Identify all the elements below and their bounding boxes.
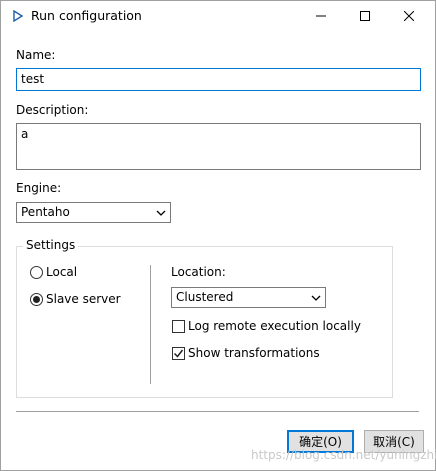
settings-group-label: Settings xyxy=(23,238,79,252)
close-icon xyxy=(404,11,414,21)
show-transformations-label[interactable]: Show transformations xyxy=(188,346,320,360)
checkmark-icon xyxy=(173,349,184,358)
location-value: Clustered xyxy=(176,290,234,304)
maximize-icon xyxy=(360,11,370,21)
description-label: Description: xyxy=(16,103,89,117)
chevron-down-icon xyxy=(311,295,321,301)
minimize-icon xyxy=(316,15,326,17)
engine-select[interactable]: Pentaho xyxy=(16,202,171,223)
description-field[interactable]: a xyxy=(16,123,421,170)
run-configuration-dialog: Run configuration Name: test Description… xyxy=(0,0,436,471)
log-remote-checkbox[interactable] xyxy=(172,320,185,333)
maximize-button[interactable] xyxy=(343,1,387,31)
show-transformations-checkbox[interactable] xyxy=(172,347,185,360)
play-icon xyxy=(13,10,24,22)
local-radio[interactable] xyxy=(30,266,43,279)
footer-separator xyxy=(16,411,419,412)
window-title: Run configuration xyxy=(31,8,142,23)
settings-divider xyxy=(150,265,151,384)
name-label: Name: xyxy=(16,48,56,62)
title-bar[interactable]: Run configuration xyxy=(1,1,435,31)
location-select[interactable]: Clustered xyxy=(171,287,326,308)
name-field[interactable]: test xyxy=(16,68,421,91)
radio-selected-dot xyxy=(33,296,40,303)
close-button[interactable] xyxy=(387,1,431,31)
engine-label: Engine: xyxy=(16,181,62,195)
watermark: https://blog.csdn.net/yuningzhi11 xyxy=(251,448,436,462)
location-label: Location: xyxy=(171,265,226,279)
engine-value: Pentaho xyxy=(21,205,70,219)
minimize-button[interactable] xyxy=(299,1,343,31)
log-remote-label[interactable]: Log remote execution locally xyxy=(188,319,361,333)
chevron-down-icon xyxy=(156,210,166,216)
local-radio-label[interactable]: Local xyxy=(46,265,77,279)
slave-server-radio-label[interactable]: Slave server xyxy=(46,292,121,306)
slave-server-radio[interactable] xyxy=(30,293,43,306)
